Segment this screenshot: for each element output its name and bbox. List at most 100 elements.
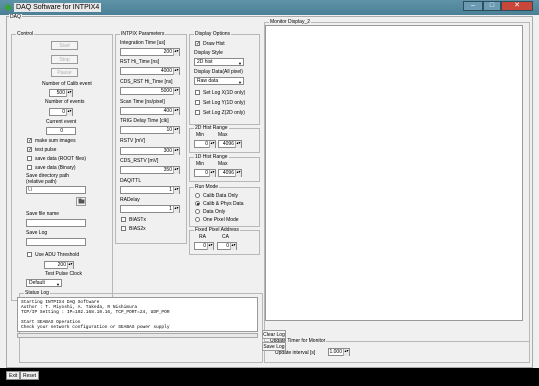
integration-time-label: Integration Time [us] bbox=[120, 40, 166, 46]
status-log-scrollbar[interactable] bbox=[17, 333, 258, 338]
range-2d-min-input[interactable]: 0 ▴▾ bbox=[194, 140, 216, 148]
minimize-button[interactable]: – bbox=[463, 1, 483, 11]
scan-time-input[interactable]: 400 ▴▾ bbox=[120, 107, 180, 115]
save-log-input[interactable] bbox=[26, 238, 86, 246]
log-y-checkbox[interactable] bbox=[195, 100, 200, 105]
exit-button[interactable]: Exit bbox=[6, 371, 21, 380]
draw-hist-checkbox[interactable]: ✓ bbox=[195, 41, 200, 47]
bias2x-label: BIAS2x bbox=[129, 226, 146, 232]
make-sum-label: make sum images bbox=[35, 138, 76, 144]
folder-browse-button[interactable] bbox=[76, 197, 86, 206]
cds-rst-input[interactable]: 5000 ▴▾ bbox=[120, 87, 180, 95]
run-mode-one-pixel-radio[interactable] bbox=[195, 217, 200, 222]
num-events-input[interactable]: 0 ▴▾ bbox=[49, 108, 73, 116]
display-options-legend: Display Options bbox=[194, 31, 232, 37]
range-1d-legend: 1D Hist Range bbox=[194, 154, 229, 160]
run-mode-calib-phys-radio[interactable] bbox=[195, 201, 200, 206]
range-2d-max-input[interactable]: 4096 ▴▾ bbox=[218, 140, 242, 148]
bottom-bar bbox=[0, 368, 539, 386]
control-group: Control Start Stop Pause Number of Calib… bbox=[11, 31, 113, 301]
status-log-legend: Status Log bbox=[24, 290, 50, 296]
title-bar: DAQ Software for INTPIX4 – □ ✕ bbox=[0, 0, 539, 15]
app-icon bbox=[4, 4, 12, 11]
cds-rstv-label: CDS_RSTV [mV] bbox=[120, 158, 159, 164]
display-style-select[interactable]: 2D hist ▼ bbox=[194, 58, 244, 66]
display-data-select[interactable]: Raw data ▼ bbox=[194, 77, 244, 85]
run-mode-data-label: Data Only bbox=[203, 209, 226, 215]
calib-events-label: Number of Calib event bbox=[42, 81, 92, 87]
ra-input[interactable]: 0 ▴▾ bbox=[194, 242, 214, 250]
current-event-label: Current event bbox=[46, 119, 77, 125]
range-2d-max-label: Max bbox=[218, 132, 228, 138]
radelay-label: RADelay bbox=[120, 197, 140, 203]
monitor-display[interactable] bbox=[265, 25, 523, 321]
reset-button[interactable]: Reset bbox=[20, 371, 40, 380]
save-log-button[interactable]: Save Log bbox=[262, 342, 286, 351]
range-1d-max-input[interactable]: 4096 ▴▾ bbox=[218, 169, 242, 177]
update-timer-group: Update Timer for Monitor Update interval… bbox=[264, 338, 530, 363]
clear-log-button[interactable]: Clear Log bbox=[262, 330, 286, 339]
stop-button[interactable]: Stop bbox=[51, 55, 78, 64]
range-1d-min-label: Min bbox=[196, 161, 205, 167]
log-x-label: Set Log X(1D only) bbox=[203, 90, 246, 96]
log-z-label: Set Log Z(2D only) bbox=[203, 110, 245, 116]
close-button[interactable]: ✕ bbox=[501, 1, 533, 11]
save-dir-input[interactable]: \.\ bbox=[26, 186, 86, 194]
make-sum-checkbox[interactable]: ✓ bbox=[27, 138, 32, 144]
use-adu-checkbox[interactable] bbox=[27, 252, 32, 257]
run-mode-calib-label: Calib Data Only bbox=[203, 193, 239, 199]
run-mode-one-pixel-label: One Pixel Mode bbox=[203, 217, 239, 223]
display-data-label: Display Data(All pixel) bbox=[194, 69, 243, 75]
run-mode-calib-radio[interactable] bbox=[195, 193, 200, 198]
daq-ttl-label: DAQ/TTL bbox=[120, 178, 142, 184]
integration-time-input[interactable]: 200 ▴▾ bbox=[120, 48, 180, 56]
trig-delay-input[interactable]: 10 ▴▾ bbox=[120, 126, 180, 134]
test-pulse-clock-label: Test Pulse Clock bbox=[45, 271, 82, 277]
biastx-label: BIASTx bbox=[129, 217, 146, 223]
save-dir-label: Save directory path (relative path) bbox=[26, 173, 70, 185]
save-root-label: save data (ROOT files) bbox=[35, 156, 87, 162]
run-mode-group: Run Mode Calib Data Only Calib & Phys Da… bbox=[189, 184, 260, 227]
log-z-checkbox[interactable] bbox=[195, 110, 200, 115]
bias2x-checkbox[interactable] bbox=[121, 226, 126, 231]
update-interval-input[interactable]: 1.000 ▴▾ bbox=[328, 348, 350, 356]
daq-label: DAQ bbox=[9, 14, 22, 20]
save-root-checkbox[interactable] bbox=[27, 156, 32, 161]
daq-ttl-input[interactable]: 1 ▴▾ bbox=[120, 186, 180, 194]
pause-button[interactable]: Pause bbox=[51, 68, 78, 77]
intpix-params-group: INTPIX Parameters Integration Time [us] … bbox=[115, 31, 187, 244]
range-2d-min-label: Min bbox=[196, 132, 205, 138]
test-pulse-clock-select[interactable]: Default ▼ bbox=[26, 279, 62, 287]
calib-events-input[interactable]: 500 ▴▾ bbox=[49, 89, 73, 97]
adu-threshold-input[interactable]: 200 ▴▾ bbox=[44, 261, 74, 269]
save-binary-checkbox[interactable] bbox=[27, 165, 32, 170]
test-pulse-label: test pulse bbox=[35, 147, 57, 153]
current-event-value: 0 bbox=[46, 127, 76, 135]
run-mode-data-radio[interactable] bbox=[195, 209, 200, 214]
save-file-input[interactable] bbox=[26, 219, 86, 227]
cds-rst-label: CDS_RST Hi_Time [ns] bbox=[120, 79, 173, 85]
draw-hist-label: Draw Hist bbox=[203, 41, 225, 47]
status-log-text[interactable]: Starting INTPIX4 DAQ Software Author : T… bbox=[17, 297, 258, 332]
range-1d-max-label: Max bbox=[218, 161, 228, 167]
ca-input[interactable]: 0 ▴▾ bbox=[217, 242, 237, 250]
control-legend: Control bbox=[16, 31, 35, 37]
rst-hi-time-input[interactable]: 4000 ▴▾ bbox=[120, 67, 180, 75]
rstv-input[interactable]: 300 ▴▾ bbox=[120, 147, 180, 155]
range-2d-group: 2D Hist Range Min Max 0 ▴▾ 4096 ▴▾ bbox=[189, 125, 260, 153]
save-log-label: Save Log bbox=[26, 230, 48, 236]
display-style-label: Display Style bbox=[194, 50, 223, 56]
start-button[interactable]: Start bbox=[51, 41, 78, 50]
maximize-button[interactable]: □ bbox=[483, 1, 501, 11]
run-mode-calib-phys-label: Calib & Phys Data bbox=[203, 201, 244, 207]
scan-time-label: Scan Time [ns/pixel] bbox=[120, 99, 165, 105]
folder-icon bbox=[78, 198, 84, 204]
range-1d-min-input[interactable]: 0 ▴▾ bbox=[194, 169, 216, 177]
test-pulse-checkbox[interactable]: ✓ bbox=[27, 147, 32, 153]
cds-rstv-input[interactable]: 350 ▴▾ bbox=[120, 166, 180, 174]
rst-hi-time-label: RST Hi_Time [ns] bbox=[120, 59, 160, 65]
radelay-input[interactable]: 1 ▴▾ bbox=[120, 205, 180, 213]
log-x-checkbox[interactable] bbox=[195, 90, 200, 95]
biastx-checkbox[interactable] bbox=[121, 217, 126, 222]
use-adu-label: Use ADU Threshold bbox=[35, 252, 80, 258]
